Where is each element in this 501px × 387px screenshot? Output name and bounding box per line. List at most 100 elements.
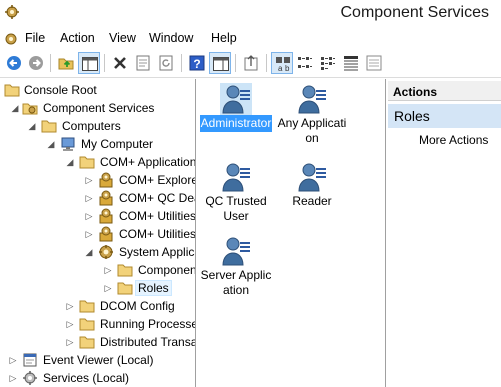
title-bar: Component Services [0,0,501,28]
computer-icon [60,136,76,152]
svg-text:a: a [278,64,283,73]
tree-item-system-application[interactable]: ◢ System Application [0,244,195,262]
role-reader[interactable]: Reader [276,161,348,210]
tree-item-console-root[interactable]: Console Root [0,82,195,100]
role-administrator[interactable]: Administrator [200,83,272,132]
role-user-icon [296,83,328,115]
folder-icon [117,280,133,296]
large-icons-view-icon[interactable]: ab [271,52,293,74]
tree-item-com-utilities[interactable]: ▷ COM+ Utilities [0,208,195,226]
role-user-icon [296,161,328,193]
tree-item-com-explorer[interactable]: ▷ COM+ Explorer [0,172,195,190]
collapse-arrow-icon[interactable]: ▷ [83,227,95,241]
role-qc-trusted-user[interactable]: QC Trusted User [200,161,272,225]
component-services-app-icon[interactable] [4,4,20,23]
small-icons-view-icon[interactable] [294,52,316,74]
more-actions-link[interactable]: More Actions [419,133,488,147]
properties-icon[interactable] [132,52,154,74]
expand-arrow-icon[interactable]: ◢ [9,101,21,115]
export-icon[interactable] [240,52,262,74]
com-application-icon [98,226,114,242]
folder-icon [41,118,57,134]
action-pane-icon[interactable] [209,52,231,74]
menu-window[interactable]: Window [149,31,193,45]
role-user-icon [220,161,252,193]
tree-item-components[interactable]: ▷ Components [0,262,195,280]
folder-icon [117,262,133,278]
console-tree[interactable]: Console Root ◢ Component Services ◢ Comp… [0,79,196,387]
expand-arrow-icon[interactable]: ◢ [45,137,57,151]
delete-icon[interactable] [109,52,131,74]
toolbar-separator [266,54,267,72]
toolbar-separator [181,54,182,72]
tree-item-distributed-transaction-coordinator[interactable]: ▷ Distributed Transaction Coordinator [0,334,195,352]
com-application-icon [98,190,114,206]
menu-help[interactable]: Help [211,31,237,45]
tree-item-dcom-config[interactable]: ▷ DCOM Config [0,298,195,316]
tree-item-roles[interactable]: ▷ Roles [0,280,195,298]
role-any-application[interactable]: Any Application [276,83,348,147]
component-services-icon [22,100,38,116]
tree-item-component-services[interactable]: ◢ Component Services [0,100,195,118]
tree-item-my-computer[interactable]: ◢ My Computer [0,136,195,154]
toolbar-separator [235,54,236,72]
folder-icon [79,154,95,170]
collapse-arrow-icon[interactable]: ▷ [64,317,76,331]
help-icon[interactable]: ? [186,52,208,74]
tree-item-computers[interactable]: ◢ Computers [0,118,195,136]
actions-section-roles[interactable]: Roles [388,104,501,128]
status-view-icon[interactable] [363,52,385,74]
folder-icon [79,298,95,314]
system-menu-icon[interactable] [3,31,19,50]
collapse-arrow-icon[interactable]: ▷ [7,371,19,385]
toolbar: ? ab [0,50,501,78]
collapse-arrow-icon[interactable]: ▷ [64,299,76,313]
refresh-icon[interactable] [155,52,177,74]
menu-file[interactable]: File [25,31,45,45]
expand-arrow-icon[interactable]: ◢ [83,245,95,259]
collapse-arrow-icon[interactable]: ▷ [102,263,114,277]
folder-icon [79,316,95,332]
system-application-icon [98,244,114,260]
forward-icon[interactable] [25,52,47,74]
com-application-icon [98,208,114,224]
actions-pane: Actions Roles More Actions [388,79,501,387]
role-user-icon [220,83,252,115]
collapse-arrow-icon[interactable]: ▷ [83,209,95,223]
show-hide-tree-icon[interactable] [78,52,100,74]
services-gear-icon [22,370,38,386]
menu-action[interactable]: Action [60,31,95,45]
actions-header: Actions [388,81,501,101]
toolbar-separator [50,54,51,72]
collapse-arrow-icon[interactable]: ▷ [83,173,95,187]
role-server-application[interactable]: Server Application [200,235,272,299]
role-user-icon [220,235,252,267]
tree-item-services-local[interactable]: ▷ Services (Local) [0,370,195,387]
collapse-arrow-icon[interactable]: ▷ [102,281,114,295]
menu-bar: File Action View Window Help [0,29,501,49]
tree-item-com-utilities-32-bit[interactable]: ▷ COM+ Utilities (32 bit) [0,226,195,244]
com-application-icon [98,172,114,188]
tree-item-event-viewer-local[interactable]: ▷ Event Viewer (Local) [0,352,195,370]
svg-text:b: b [285,64,290,73]
expand-arrow-icon[interactable]: ◢ [26,119,38,133]
up-folder-icon[interactable] [55,52,77,74]
menu-view[interactable]: View [109,31,136,45]
collapse-arrow-icon[interactable]: ▷ [64,335,76,349]
event-viewer-icon [22,352,38,368]
list-view-icon[interactable] [317,52,339,74]
folder-icon [79,334,95,350]
window-title: Component Services [340,4,489,21]
expand-arrow-icon[interactable]: ◢ [64,155,76,169]
tree-item-com-applications[interactable]: ◢ COM+ Applications [0,154,195,172]
collapse-arrow-icon[interactable]: ▷ [7,353,19,367]
roles-list-view[interactable]: Administrator Any Application QC Trusted… [197,79,386,387]
back-icon[interactable] [3,52,25,74]
tree-item-running-processes[interactable]: ▷ Running Processes [0,316,195,334]
collapse-arrow-icon[interactable]: ▷ [83,191,95,205]
toolbar-separator [104,54,105,72]
svg-text:?: ? [193,57,200,71]
tree-item-com-qc-dead-letter-queue-listener[interactable]: ▷ COM+ QC Dead Letter Queue Listener [0,190,195,208]
folder-icon [4,82,20,98]
detail-view-icon[interactable] [340,52,362,74]
